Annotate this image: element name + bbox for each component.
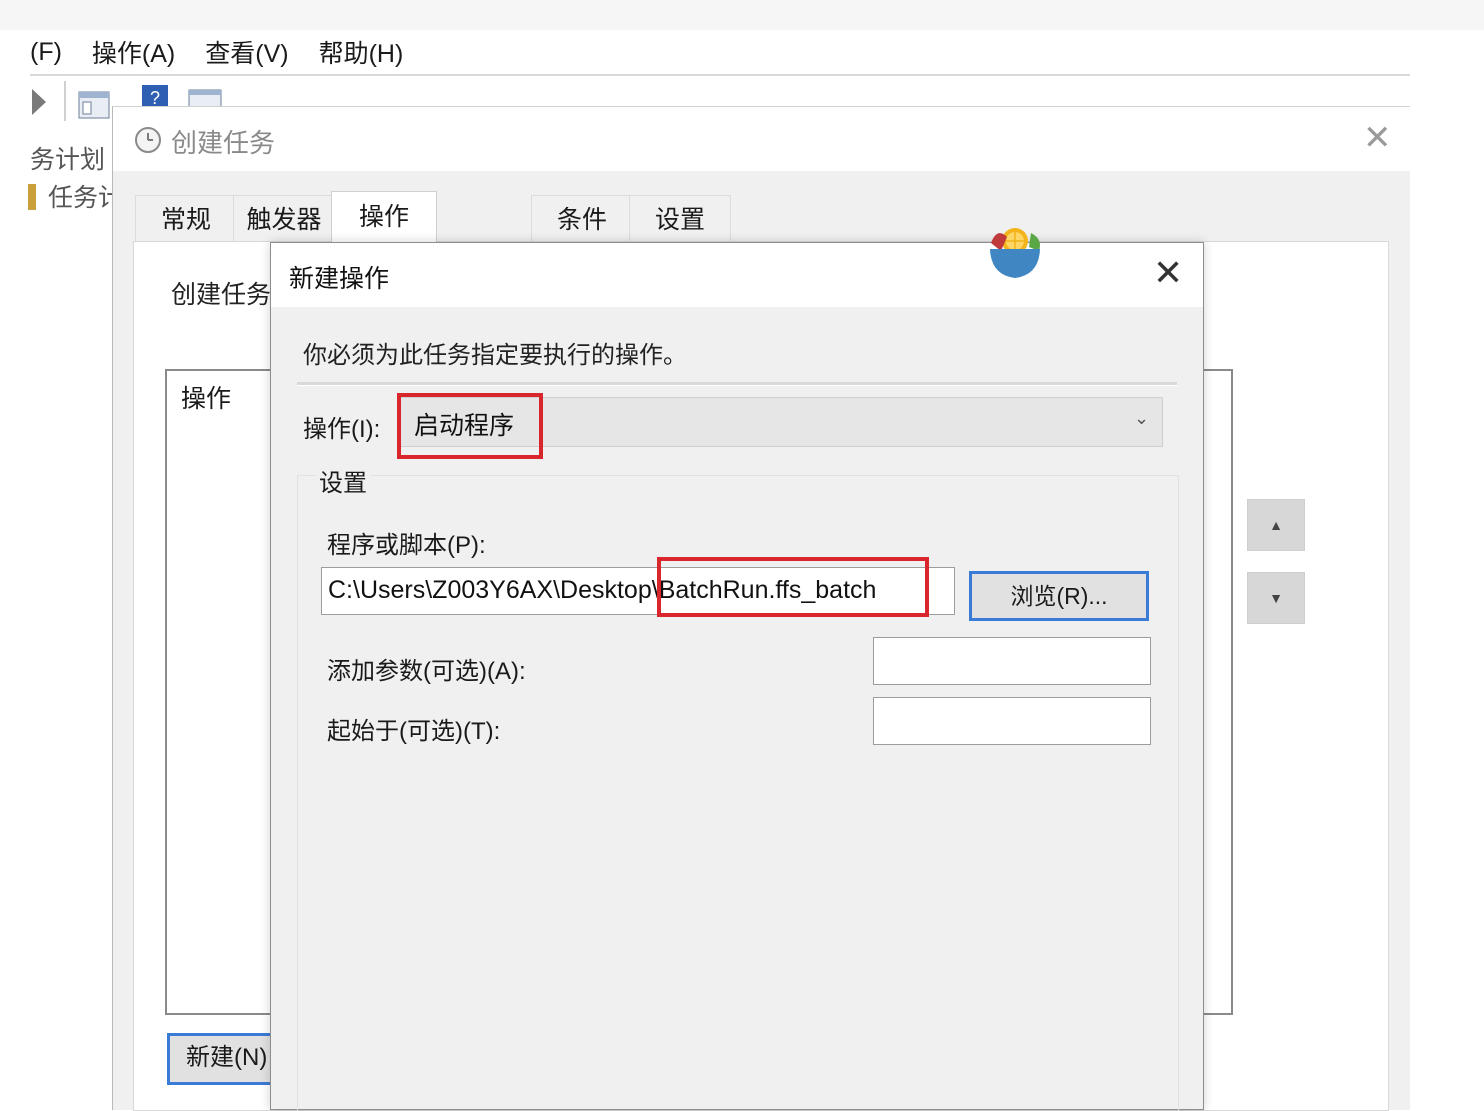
browse-button[interactable]: 浏览(R)...: [969, 571, 1149, 621]
console-tree: 务计划 任务计: [28, 130, 123, 1110]
start-in-input[interactable]: [873, 697, 1151, 745]
tree-item-task-scheduler[interactable]: 务计划: [30, 140, 105, 176]
create-task-title: 创建任务: [171, 128, 276, 158]
fruit-bowl-logo-icon: [990, 228, 1040, 278]
menu-help[interactable]: 帮助(H): [319, 34, 404, 70]
menu-action[interactable]: 操作(A): [92, 34, 175, 70]
arguments-input[interactable]: [873, 637, 1151, 685]
actions-list-header[interactable]: 操作: [181, 379, 231, 415]
menu-file[interactable]: (F): [30, 38, 62, 67]
create-task-titlebar: [113, 107, 1411, 171]
instruction-text: 你必须为此任务指定要执行的操作。: [303, 342, 687, 369]
tab-triggers[interactable]: 触发器: [233, 195, 335, 244]
move-up-button[interactable]: ▲: [1247, 499, 1305, 551]
menu-view[interactable]: 查看(V): [205, 34, 288, 70]
clock-icon: [135, 127, 161, 153]
separator: [297, 382, 1177, 386]
toolbar: ?: [30, 77, 1410, 121]
console-tree-icon[interactable]: [78, 91, 110, 119]
action-label: 操作(I):: [303, 416, 381, 443]
move-down-button[interactable]: ▼: [1247, 572, 1305, 624]
tab-settings[interactable]: 设置: [629, 195, 731, 244]
highlight-box-program: [657, 557, 929, 617]
close-icon[interactable]: ✕: [1363, 121, 1392, 155]
new-action-titlebar: [271, 243, 1203, 307]
tree-node-icon: [28, 184, 36, 210]
new-action-title: 新建操作: [289, 265, 390, 293]
menu-bar: (F) 操作(A) 查看(V) 帮助(H): [30, 30, 1410, 76]
screen-top-strip: [0, 0, 1484, 30]
actions-description: 创建任务: [171, 281, 272, 309]
tab-actions[interactable]: 操作: [331, 191, 437, 246]
forward-arrow-icon[interactable]: [30, 87, 48, 117]
new-action-dialog: 新建操作 ✕ 你必须为此任务指定要执行的操作。 操作(I): 启动程序 ⌄ 设置…: [270, 228, 1204, 1111]
close-icon[interactable]: ✕: [1153, 255, 1183, 291]
settings-group-label: 设置: [315, 463, 371, 498]
chevron-down-icon[interactable]: ⌄: [1134, 408, 1149, 429]
arguments-label: 添加参数(可选)(A):: [327, 658, 526, 685]
program-script-label: 程序或脚本(P):: [327, 532, 486, 559]
arrow-up-icon: ▲: [1269, 517, 1283, 533]
highlight-box-action: [397, 393, 543, 459]
svg-text:?: ?: [150, 88, 160, 108]
toolbar-divider: [64, 81, 66, 121]
start-in-label: 起始于(可选)(T):: [327, 718, 501, 745]
tab-general[interactable]: 常规: [135, 195, 237, 244]
arrow-down-icon: ▼: [1269, 590, 1283, 606]
tab-conditions[interactable]: 条件: [531, 195, 633, 244]
